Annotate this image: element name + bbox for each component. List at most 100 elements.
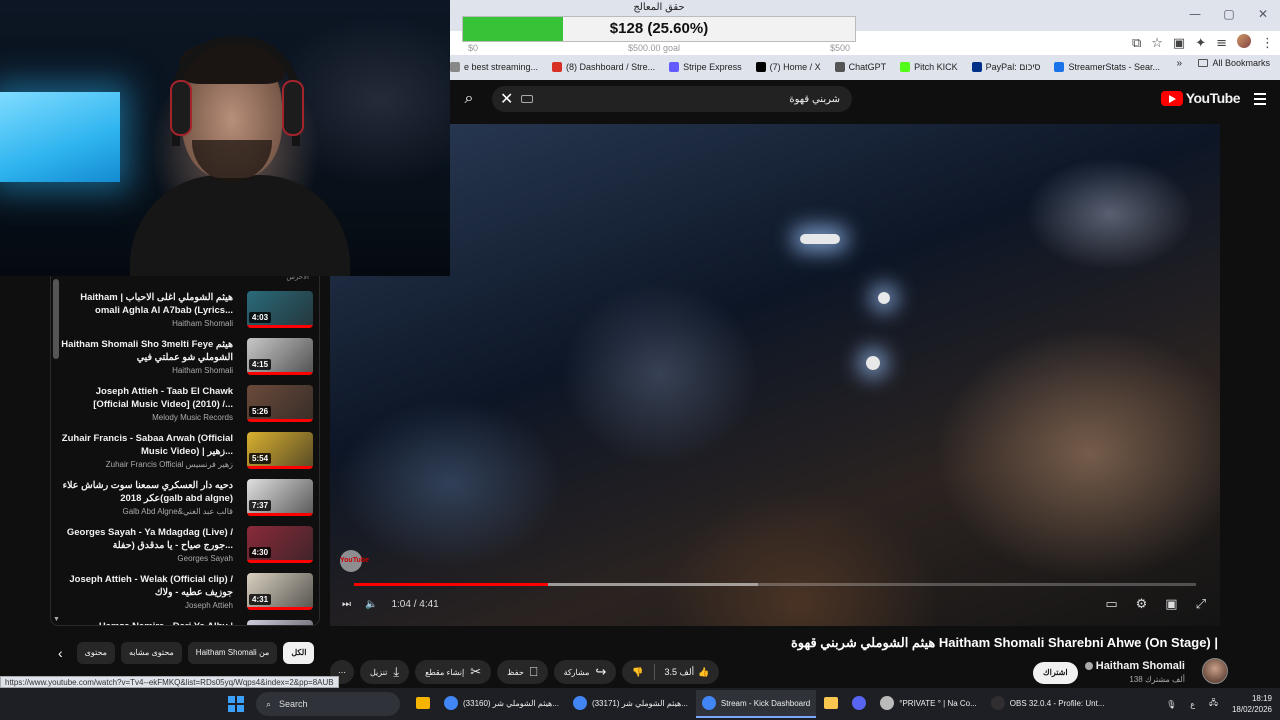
bookmark-label: ChatGPT	[848, 62, 887, 72]
taskbar-search[interactable]: ⌕ Search	[256, 692, 400, 716]
search-icon[interactable]: ⌕	[456, 90, 482, 108]
channel-name[interactable]: Haitham Shomali	[1084, 660, 1185, 672]
video-player[interactable]: YouTube ⏭ 🔈 1:04 / 4:41 ▭ ⚙ ▣ ⤢	[330, 124, 1220, 626]
playlist-item-text: Joseph Attieh - Taab El Chawk [Official …	[61, 385, 233, 422]
theater-mode-icon[interactable]: ▣	[1165, 597, 1177, 612]
maximize-button[interactable]: ▢	[1212, 0, 1246, 28]
chip-from-channel[interactable]: Haitham Shomali من	[187, 642, 278, 664]
all-bookmarks-button[interactable]: All Bookmarks	[1198, 58, 1270, 68]
volume-icon[interactable]: 🔈	[365, 599, 377, 610]
youtube-logo[interactable]: YouTube	[1160, 90, 1241, 106]
dislike-button[interactable]: 👎	[622, 667, 653, 678]
bookmark-item[interactable]: e best streaming...	[450, 62, 538, 72]
star-icon[interactable]: ☆	[1151, 36, 1163, 51]
duration-badge: 4:03	[249, 312, 272, 323]
scroll-down-arrow-icon[interactable]: ▼	[53, 616, 60, 623]
reading-list-icon[interactable]: ≡	[1216, 36, 1227, 51]
taskbar-app-obs[interactable]: OBS 32.0.4 - Profile: Unt...	[985, 690, 1111, 718]
subtitles-icon[interactable]: ▭	[1105, 597, 1117, 612]
menu-icon[interactable]: ⋮	[1261, 36, 1274, 51]
playlist-scrollbar[interactable]	[53, 279, 59, 359]
channel-avatar[interactable]	[1202, 658, 1228, 684]
playlist-item-channel: Melody Music Records	[152, 413, 233, 422]
playlist-item[interactable]: Haitham | هيثم الشوملي اغلى الاحباب omal…	[61, 291, 313, 337]
bookmark-item[interactable]: (7) Home / X	[755, 62, 821, 72]
bookmark-label: (7) Home / X	[769, 62, 821, 72]
playlist-item-thumbnail[interactable]: 4:15	[247, 338, 313, 375]
playlist-item[interactable]: Georges Sayah - Ya Mdagdag (Live) / جورج…	[61, 526, 313, 572]
extension-icon[interactable]: ▣	[1173, 36, 1185, 51]
channel-name-text: Haitham Shomali	[1095, 660, 1185, 672]
playlist-item[interactable]: Haitham Shomali Sho 3melti Feye هيثم الش…	[61, 338, 313, 384]
close-window-button[interactable]: ✕	[1246, 0, 1280, 28]
taskbar-app-lock[interactable]: °PRIVATE ° | Na Co...	[874, 690, 983, 718]
bookmark-item[interactable]: PayPal: סיכום	[971, 62, 1040, 72]
video-progress-bar[interactable]	[354, 583, 1196, 586]
taskbar-app-discord[interactable]	[846, 690, 872, 718]
next-icon[interactable]: ⏭	[342, 599, 351, 610]
chevron-left-icon[interactable]: ‹	[58, 645, 63, 661]
windows-start-icon[interactable]	[228, 696, 244, 712]
subscribe-button[interactable]: اشتراك	[1033, 662, 1078, 684]
playlist-item[interactable]: دحيه دار العسكري سمعنا سوت رشاش علاء عكر…	[61, 479, 313, 525]
youtube-play-icon	[1160, 90, 1183, 106]
bookmark-item[interactable]: Pitch KICK	[900, 62, 958, 72]
watched-progress	[247, 560, 313, 563]
playlist-item-thumbnail[interactable]: 5:26	[247, 385, 313, 422]
search-input[interactable]: ✕ شربني قهوة	[492, 86, 852, 112]
clock[interactable]: 18:19 18/02/2026	[1232, 693, 1272, 715]
watched-progress	[247, 372, 313, 375]
language-indicator[interactable]: ع	[1190, 700, 1195, 709]
background-monitor	[0, 92, 120, 182]
profile-icon[interactable]	[1237, 34, 1251, 52]
bookmark-label: (8) Dashboard / Stre...	[566, 62, 656, 72]
chip-similar[interactable]: محتوى مشابه	[120, 642, 182, 664]
system-tray: 🎙 ع 🖧 18:19 18/02/2026	[1166, 688, 1272, 720]
taskbar-app-chrome[interactable]: Stream - Kick Dashboard	[695, 690, 817, 718]
download-button[interactable]: تنزيل ⤓	[360, 660, 410, 684]
fullscreen-icon[interactable]: ⤢	[1196, 597, 1206, 612]
clip-button[interactable]: إنشاء مقطع ✂	[415, 660, 492, 684]
playlist-item-thumbnail[interactable]: 5:54	[247, 432, 313, 469]
playlist-item[interactable]: Joseph Attieh - Taab El Chawk [Official …	[61, 385, 313, 431]
like-button[interactable]: 3.5 ألف 👍	[655, 667, 720, 678]
playlist-item-thumbnail[interactable]: 4:31	[247, 573, 313, 610]
chip-all[interactable]: الكل	[283, 642, 315, 664]
video-title: هيثم الشوملي شربني قهوة Haitham Shomali …	[790, 635, 1218, 650]
scissors-icon: ✂	[470, 664, 482, 680]
playlist-item-title: Haitham | هيثم الشوملي اغلى الاحباب omal…	[80, 292, 233, 316]
bookmark-item[interactable]: ChatGPT	[834, 62, 887, 72]
more-bookmarks-icon[interactable]: »	[1176, 58, 1182, 69]
puzzle-icon[interactable]: ✦	[1195, 36, 1206, 51]
bookmark-favicon-icon	[450, 62, 460, 72]
headphone-ear-right	[282, 80, 304, 136]
bookmark-item[interactable]: Stripe Express	[669, 62, 742, 72]
hamburger-menu-icon[interactable]	[1254, 93, 1266, 108]
share-button[interactable]: مشاركة ↪	[553, 660, 617, 684]
clear-search-icon[interactable]: ✕	[500, 89, 513, 109]
chip-content[interactable]: محتوى	[76, 642, 115, 664]
goal-scale-max: $500	[829, 43, 850, 53]
playlist-item-thumbnail[interactable]: 4:30	[247, 526, 313, 563]
stage-light	[878, 292, 890, 304]
save-button[interactable]: حفظ ⎕	[497, 660, 548, 684]
playlist-item[interactable]: Zuhair Francis - Sabaa Arwah (Official M…	[61, 432, 313, 478]
playlist-item[interactable]: Joseph Attieh - Welak (Official clip) / …	[61, 573, 313, 619]
bookmark-item[interactable]: StreamerStats - Sear...	[1054, 62, 1160, 72]
minimize-button[interactable]: —	[1178, 0, 1212, 28]
obs-icon	[990, 696, 1005, 710]
playlist-item-thumbnail[interactable]: 7:37	[247, 479, 313, 516]
network-icon[interactable]: 🖧	[1209, 697, 1218, 711]
taskbar-app-chrome[interactable]: (33171) هيثم الشوملي شر...	[567, 690, 694, 718]
taskbar-app-files[interactable]	[410, 690, 436, 718]
playlist-item-thumbnail[interactable]: 4:03	[247, 291, 313, 328]
taskbar-app-explorer[interactable]	[818, 690, 844, 718]
mic-icon[interactable]: 🎙	[1166, 700, 1176, 709]
bookmark-item[interactable]: (8) Dashboard / Stre...	[552, 62, 655, 72]
cast-icon[interactable]: ⧉	[1132, 36, 1141, 51]
all-bookmarks-label: All Bookmarks	[1212, 58, 1270, 68]
keyboard-icon[interactable]	[521, 95, 534, 103]
settings-gear-icon[interactable]: ⚙	[1136, 597, 1148, 612]
taskbar-app-chrome[interactable]: (33160) هيثم الشوملي شر...	[438, 690, 565, 718]
taskbar-app-label: °PRIVATE ° | Na Co...	[899, 698, 977, 708]
